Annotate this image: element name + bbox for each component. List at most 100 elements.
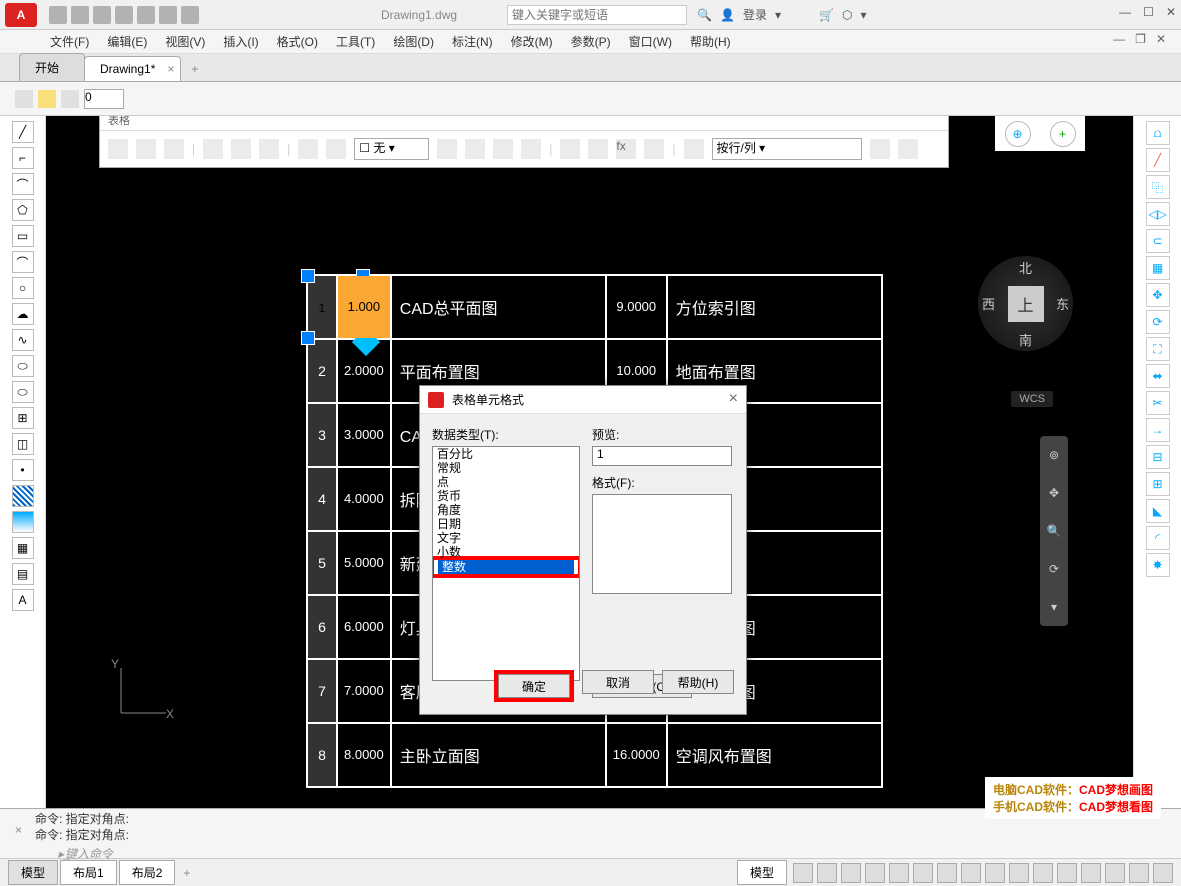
polygon-icon[interactable]: ⬠ xyxy=(12,199,34,221)
add-layout-icon[interactable]: + xyxy=(183,866,190,880)
dialog-titlebar[interactable]: 表格单元格式 × xyxy=(420,386,746,414)
doc-restore-icon[interactable]: ❐ xyxy=(1135,32,1146,46)
wcs-label[interactable]: WCS xyxy=(1011,391,1053,407)
match-icon[interactable] xyxy=(644,139,664,159)
tab-drawing[interactable]: Drawing1*× xyxy=(84,56,181,81)
insert-row-below-icon[interactable] xyxy=(136,139,156,159)
search-input[interactable] xyxy=(507,5,687,25)
offset-icon[interactable]: ⊂ xyxy=(1146,229,1170,253)
list-item-selected[interactable]: 整数 xyxy=(438,560,574,574)
border-icon[interactable] xyxy=(437,139,457,159)
close-icon[interactable]: ✕ xyxy=(1166,5,1176,19)
pan-icon[interactable]: ✥ xyxy=(1049,486,1059,500)
grip-icon[interactable] xyxy=(301,331,315,345)
new-icon[interactable] xyxy=(49,6,67,24)
grid-icon[interactable] xyxy=(793,863,813,883)
field-icon[interactable] xyxy=(588,139,608,159)
undo-icon[interactable] xyxy=(159,6,177,24)
custom-icon[interactable] xyxy=(1153,863,1173,883)
layer-select[interactable]: 0 xyxy=(84,89,124,109)
list-item[interactable]: 货币 xyxy=(433,489,579,503)
user-icon[interactable]: 👤 xyxy=(720,8,735,22)
annomon-icon[interactable] xyxy=(1057,863,1077,883)
units-icon[interactable] xyxy=(1081,863,1101,883)
layout1-tab[interactable]: 布局1 xyxy=(60,860,117,885)
text-icon[interactable]: A xyxy=(12,589,34,611)
point-icon[interactable]: • xyxy=(12,459,34,481)
row-header[interactable]: 6 xyxy=(307,595,337,659)
row-header[interactable]: 2 xyxy=(307,339,337,403)
row-header[interactable]: 3 xyxy=(307,403,337,467)
workspace-icon[interactable] xyxy=(1033,863,1053,883)
cancel-button[interactable]: 取消 xyxy=(582,670,654,694)
ellipse-icon[interactable]: ⬭ xyxy=(12,355,34,377)
saveas-icon[interactable] xyxy=(115,6,133,24)
list-item[interactable]: 百分比 xyxy=(433,447,579,461)
view-cube[interactable]: 北 南 西 东 上 xyxy=(978,256,1073,351)
login-link[interactable]: 登录 xyxy=(743,6,767,23)
dialog-close-icon[interactable]: × xyxy=(729,390,738,408)
insert-col-left-icon[interactable] xyxy=(203,139,223,159)
join-icon[interactable]: ⊞ xyxy=(1146,472,1170,496)
insert-icon[interactable]: ⊞ xyxy=(12,407,34,429)
cmd-icon[interactable]: ▸_ xyxy=(58,847,71,861)
showmenu-icon[interactable]: ▾ xyxy=(1051,600,1057,614)
lock-icon[interactable] xyxy=(493,139,513,159)
otrack-icon[interactable] xyxy=(913,863,933,883)
block-icon[interactable]: ◫ xyxy=(12,433,34,455)
app-logo[interactable]: A xyxy=(5,3,37,27)
stretch-icon[interactable]: ⬌ xyxy=(1146,364,1170,388)
arc-icon[interactable]: ⌒ xyxy=(12,173,34,195)
ortho-icon[interactable] xyxy=(841,863,861,883)
list-item[interactable]: 文字 xyxy=(433,531,579,545)
doc-close-icon[interactable]: ✕ xyxy=(1156,32,1166,46)
target-icon[interactable]: ⊕ xyxy=(1005,121,1031,147)
maximize-icon[interactable]: ☐ xyxy=(1143,5,1154,19)
cell[interactable]: CAD总平面图 xyxy=(391,275,606,339)
sun-icon[interactable] xyxy=(38,90,56,108)
menu-file[interactable]: 文件(F) xyxy=(50,33,89,50)
activity-icon[interactable]: ⩍ xyxy=(1146,121,1170,145)
datatype-listbox[interactable]: 百分比 常规 点 货币 角度 日期 文字 小数 整数 xyxy=(432,446,580,681)
menu-help[interactable]: 帮助(H) xyxy=(690,33,731,50)
extend-icon[interactable]: → xyxy=(1146,418,1170,442)
menu-format[interactable]: 格式(O) xyxy=(277,33,318,50)
layout2-tab[interactable]: 布局2 xyxy=(119,860,176,885)
rectangle-icon[interactable]: ▭ xyxy=(12,225,34,247)
drawing-canvas[interactable]: ⊕ + 1 1.000 CAD总平面图 9.0000 方位索引图 22.0000… xyxy=(46,116,1133,808)
fillet-icon[interactable]: ◜ xyxy=(1146,526,1170,550)
polyline-icon[interactable]: ⌐ xyxy=(12,147,34,169)
scale-icon[interactable]: ⛶ xyxy=(1146,337,1170,361)
circle-icon[interactable]: ○ xyxy=(12,277,34,299)
qprop-icon[interactable] xyxy=(1105,863,1125,883)
mode-select[interactable]: 按行/列 ▾ xyxy=(712,138,862,160)
insert-row-above-icon[interactable] xyxy=(108,139,128,159)
fill-select[interactable]: ☐ 无 ▾ xyxy=(354,138,429,160)
transparency-icon[interactable] xyxy=(961,863,981,883)
save-icon[interactable] xyxy=(93,6,111,24)
spline-icon[interactable]: ∿ xyxy=(12,329,34,351)
row-header[interactable]: 7 xyxy=(307,659,337,723)
copy-icon[interactable]: ⿻ xyxy=(1146,175,1170,199)
menu-edit[interactable]: 编辑(E) xyxy=(107,33,147,50)
chamfer-icon[interactable]: ◣ xyxy=(1146,499,1170,523)
line-icon[interactable]: ╱ xyxy=(12,121,34,143)
formula-icon[interactable]: fx xyxy=(616,139,636,159)
cmd-close-icon[interactable]: × xyxy=(15,823,22,837)
model-button[interactable]: 模型 xyxy=(737,860,787,885)
open-icon[interactable] xyxy=(71,6,89,24)
array-icon[interactable]: ▦ xyxy=(1146,256,1170,280)
cycling-icon[interactable] xyxy=(985,863,1005,883)
menu-param[interactable]: 参数(P) xyxy=(571,33,611,50)
print-icon[interactable] xyxy=(137,6,155,24)
menu-dim[interactable]: 标注(N) xyxy=(452,33,493,50)
help-button[interactable]: 帮助(H) xyxy=(662,670,734,694)
list-item[interactable]: 日期 xyxy=(433,517,579,531)
move-icon[interactable]: ✥ xyxy=(1146,283,1170,307)
hatch-icon[interactable] xyxy=(12,485,34,507)
block-icon[interactable] xyxy=(560,139,580,159)
unmerge-icon[interactable] xyxy=(326,139,346,159)
menu-window[interactable]: 窗口(W) xyxy=(629,33,672,50)
table-icon[interactable]: ▤ xyxy=(12,563,34,585)
insert-col-right-icon[interactable] xyxy=(231,139,251,159)
